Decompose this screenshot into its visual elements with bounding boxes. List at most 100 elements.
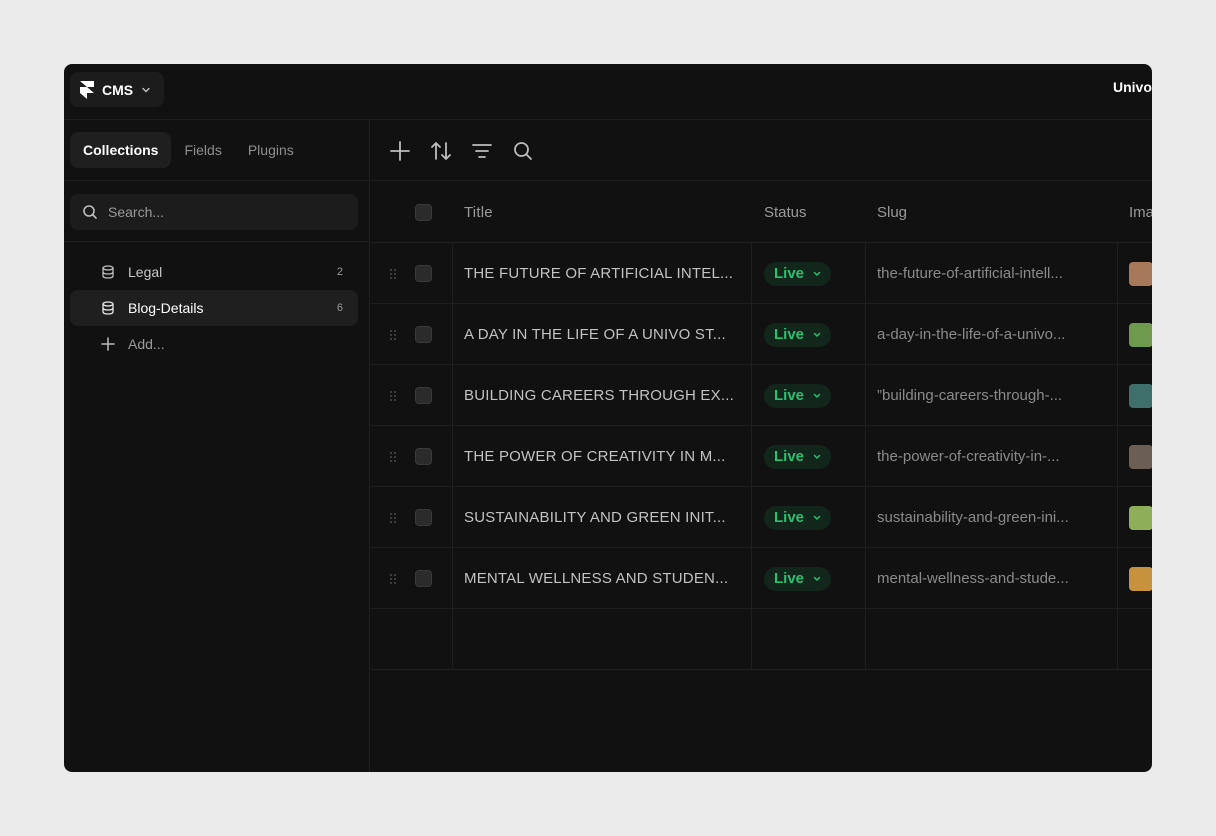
empty-row [371, 609, 1152, 670]
table-row[interactable]: BUILDING CAREERS THROUGH EX... Live ”bui… [371, 365, 1152, 426]
row-status-cell: Live [764, 243, 874, 304]
drag-handle-icon [390, 451, 396, 462]
chevron-down-icon [813, 332, 821, 337]
row-checkbox[interactable] [415, 326, 432, 343]
status-label: Live [774, 265, 805, 282]
tab-collections[interactable]: Collections [70, 132, 172, 168]
row-slug: sustainability-and-green-ini... [877, 509, 1069, 526]
drag-handle[interactable] [387, 243, 399, 304]
status-label: Live [774, 509, 805, 526]
chevron-down-icon [813, 271, 821, 276]
collection-item-blog-details[interactable]: Blog-Details 6 [70, 290, 358, 326]
column-divider [452, 304, 453, 364]
column-header-title[interactable]: Title [464, 182, 746, 243]
filter-button[interactable] [471, 140, 493, 162]
plus-icon [390, 141, 410, 161]
image-thumbnail[interactable] [1129, 444, 1152, 469]
status-badge[interactable]: Live [764, 566, 832, 591]
select-all-cell [415, 182, 433, 243]
status-badge[interactable]: Live [764, 505, 832, 530]
row-status-cell: Live [764, 487, 874, 548]
collection-item-legal[interactable]: Legal 2 [70, 254, 358, 290]
table-row[interactable]: SUSTAINABILITY AND GREEN INIT... Live su… [371, 487, 1152, 548]
project-name: Univo [1113, 79, 1152, 95]
chevron-down-icon [813, 576, 821, 581]
status-badge[interactable]: Live [764, 261, 832, 286]
search-input[interactable] [108, 204, 338, 220]
image-thumbnail[interactable] [1129, 566, 1152, 591]
drag-handle[interactable] [387, 426, 399, 487]
column-divider [865, 609, 866, 669]
column-header-slug[interactable]: Slug [877, 182, 1107, 243]
column-divider [751, 365, 752, 425]
status-badge[interactable]: Live [764, 444, 832, 469]
add-item-button[interactable] [389, 140, 411, 162]
column-divider [452, 365, 453, 425]
column-divider [751, 487, 752, 547]
column-divider [452, 243, 453, 303]
add-collection-button[interactable]: Add... [70, 326, 358, 362]
divider [64, 241, 370, 242]
column-divider [751, 426, 752, 486]
column-divider [751, 243, 752, 303]
table-row[interactable]: A DAY IN THE LIFE OF A UNIVO ST... Live … [371, 304, 1152, 365]
tab-fields[interactable]: Fields [171, 132, 234, 168]
divider [64, 180, 370, 181]
column-divider [751, 548, 752, 608]
drag-handle[interactable] [387, 487, 399, 548]
table-header: Title Status Slug Image [371, 182, 1152, 243]
table-row[interactable]: MENTAL WELLNESS AND STUDEN... Live menta… [371, 548, 1152, 609]
status-label: Live [774, 448, 805, 465]
column-divider [1117, 609, 1118, 669]
image-thumbnail[interactable] [1129, 261, 1152, 286]
search-icon [83, 205, 97, 219]
column-divider [751, 304, 752, 364]
cms-menu-button[interactable]: CMS [70, 72, 164, 107]
row-checkbox[interactable] [415, 387, 432, 404]
row-checkbox-cell [415, 365, 433, 426]
search-button[interactable] [512, 140, 534, 162]
row-slug: the-future-of-artificial-intell... [877, 265, 1063, 282]
row-title: THE FUTURE OF ARTIFICIAL INTEL... [464, 265, 734, 282]
drag-handle-icon [390, 512, 396, 523]
row-checkbox[interactable] [415, 448, 432, 465]
status-badge[interactable]: Live [764, 322, 832, 347]
drag-handle-icon [390, 573, 396, 584]
status-label: Live [774, 570, 805, 587]
drag-handle[interactable] [387, 548, 399, 609]
column-divider [1117, 365, 1118, 425]
database-icon [102, 301, 114, 315]
row-checkbox-cell [415, 487, 433, 548]
row-title: THE POWER OF CREATIVITY IN M... [464, 448, 726, 465]
search-box[interactable] [70, 194, 358, 230]
column-header-image[interactable]: Image [1129, 182, 1152, 243]
row-checkbox[interactable] [415, 570, 432, 587]
row-checkbox[interactable] [415, 509, 432, 526]
row-checkbox-cell [415, 426, 433, 487]
drag-handle[interactable] [387, 304, 399, 365]
column-divider [751, 609, 752, 669]
table-row[interactable]: THE POWER OF CREATIVITY IN M... Live the… [371, 426, 1152, 487]
row-checkbox[interactable] [415, 265, 432, 282]
chevron-down-icon [813, 515, 821, 520]
image-thumbnail[interactable] [1129, 322, 1152, 347]
image-thumbnail[interactable] [1129, 505, 1152, 530]
table-row[interactable]: THE FUTURE OF ARTIFICIAL INTEL... Live t… [371, 243, 1152, 304]
drag-handle[interactable] [387, 365, 399, 426]
chevron-down-icon [813, 454, 821, 459]
row-image-cell [1129, 365, 1152, 426]
tab-plugins[interactable]: Plugins [235, 132, 307, 168]
collection-label: Legal [128, 264, 163, 280]
column-divider [452, 548, 453, 608]
row-slug: the-power-of-creativity-in-... [877, 448, 1060, 465]
row-image-cell [1129, 548, 1152, 609]
column-header-status[interactable]: Status [764, 182, 874, 243]
sort-button[interactable] [430, 140, 452, 162]
status-badge[interactable]: Live [764, 383, 832, 408]
collection-count: 2 [336, 266, 343, 278]
image-thumbnail[interactable] [1129, 383, 1152, 408]
row-image-cell [1129, 426, 1152, 487]
row-title: SUSTAINABILITY AND GREEN INIT... [464, 509, 726, 526]
row-title: A DAY IN THE LIFE OF A UNIVO ST... [464, 326, 726, 343]
select-all-checkbox[interactable] [415, 204, 432, 221]
